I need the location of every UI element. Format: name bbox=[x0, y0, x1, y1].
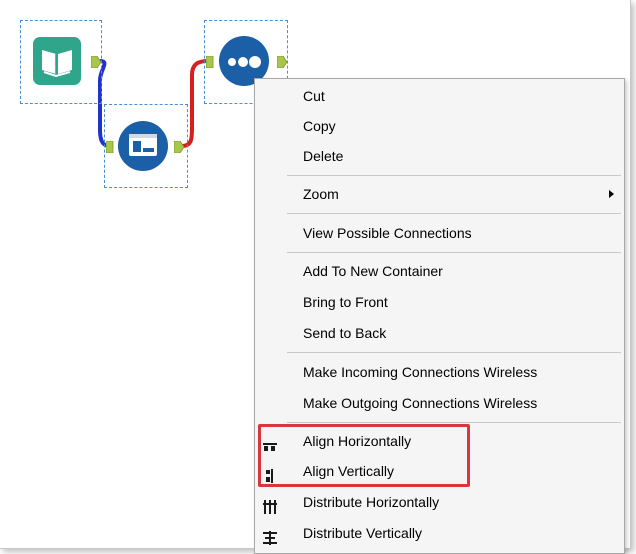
output-anchor-input[interactable] bbox=[90, 55, 102, 69]
browse-window-icon bbox=[118, 121, 168, 171]
menu-item-label: Bring to Front bbox=[303, 294, 388, 310]
distribute-vertical-icon bbox=[263, 526, 277, 545]
align-options-highlight bbox=[258, 424, 470, 487]
menu-item-label: Add To New Container bbox=[303, 263, 443, 279]
browse-tool[interactable] bbox=[117, 120, 169, 172]
menu-item-label: Make Outgoing Connections Wireless bbox=[303, 395, 538, 411]
menu-item-view-possible-connections[interactable]: View Possible Connections bbox=[255, 219, 624, 247]
menu-item-delete[interactable]: Delete bbox=[255, 142, 624, 170]
input-anchor-browse[interactable] bbox=[105, 140, 114, 154]
menu-separator bbox=[287, 175, 621, 176]
output-anchor-browse[interactable] bbox=[173, 140, 185, 154]
menu-item-label: Distribute Horizontally bbox=[303, 494, 440, 510]
distribute-horizontal-icon bbox=[263, 495, 277, 514]
menu-item-distribute-vertically[interactable]: Distribute Vertically bbox=[255, 519, 624, 547]
menu-item-cut[interactable]: Cut bbox=[255, 82, 624, 110]
menu-separator bbox=[287, 213, 621, 214]
submenu-arrow-icon bbox=[609, 190, 614, 198]
menu-item-zoom[interactable]: Zoom bbox=[255, 180, 624, 208]
input-data-tool[interactable] bbox=[32, 36, 82, 86]
menu-item-label: View Possible Connections bbox=[303, 225, 472, 241]
output-anchor-union[interactable] bbox=[276, 55, 288, 69]
menu-separator bbox=[287, 422, 621, 423]
input-anchor-union[interactable] bbox=[205, 55, 214, 69]
menu-item-label: Copy bbox=[303, 118, 336, 134]
menu-item-bring-to-front[interactable]: Bring to Front bbox=[255, 288, 624, 316]
menu-item-label: Zoom bbox=[303, 186, 339, 202]
menu-item-make-incoming-wireless[interactable]: Make Incoming Connections Wireless bbox=[255, 358, 624, 386]
menu-separator bbox=[287, 352, 621, 353]
menu-item-label: Cut bbox=[303, 88, 325, 104]
menu-item-distribute-horizontally[interactable]: Distribute Horizontally bbox=[255, 488, 624, 516]
menu-item-label: Make Incoming Connections Wireless bbox=[303, 364, 538, 380]
menu-item-make-outgoing-wireless[interactable]: Make Outgoing Connections Wireless bbox=[255, 389, 624, 417]
menu-item-label: Distribute Vertically bbox=[303, 525, 423, 541]
menu-item-label: Delete bbox=[303, 148, 344, 164]
menu-item-label: Send to Back bbox=[303, 325, 387, 341]
menu-item-send-to-back[interactable]: Send to Back bbox=[255, 319, 624, 347]
book-icon bbox=[33, 37, 81, 85]
menu-item-add-to-new-container[interactable]: Add To New Container bbox=[255, 257, 624, 285]
menu-separator bbox=[287, 252, 621, 253]
menu-item-copy[interactable]: Copy bbox=[255, 112, 624, 140]
workflow-window: Cut Copy Delete Zoom View Possible Conne… bbox=[0, 0, 631, 554]
